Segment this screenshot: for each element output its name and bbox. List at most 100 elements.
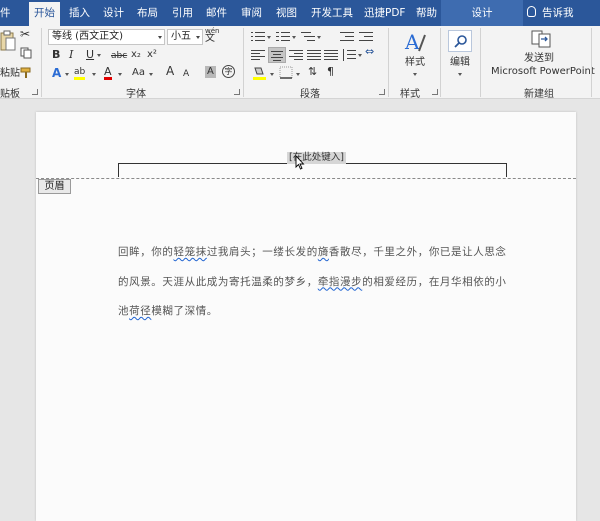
mouse-pointer-icon: [295, 155, 305, 170]
chevron-down-icon[interactable]: [65, 73, 69, 76]
clipboard-group-label: 贴板: [0, 89, 20, 100]
chinese-layout-icon[interactable]: ⇔: [365, 46, 374, 58]
lightbulb-icon: [527, 6, 536, 17]
tab-mailings[interactable]: 邮件: [206, 0, 227, 26]
tell-me-label: 告诉我: [542, 7, 574, 19]
bold-button[interactable]: B: [52, 49, 60, 61]
chevron-down-icon[interactable]: [118, 73, 122, 76]
chevron-down-icon[interactable]: [92, 73, 96, 76]
multilevel-list-icon[interactable]: [301, 31, 315, 43]
paste-label[interactable]: 粘贴: [0, 68, 20, 80]
tab-review[interactable]: 审阅: [241, 0, 262, 26]
shading-icon[interactable]: [252, 66, 268, 80]
chevron-down-icon[interactable]: [270, 73, 274, 76]
line-spacing-icon[interactable]: [342, 49, 356, 61]
ribbon-home: 粘贴 ✂ 贴板 等线 (西文正文) 小五 wén 文 B I U abc x₂ x…: [0, 26, 600, 100]
cut-icon[interactable]: ✂: [20, 28, 30, 40]
styles-label[interactable]: 样式: [405, 57, 425, 69]
tab-developer[interactable]: 开发工具: [311, 0, 353, 26]
shrink-font-button[interactable]: A: [183, 68, 189, 80]
chevron-down-icon[interactable]: [296, 73, 300, 76]
editing-button[interactable]: [448, 30, 472, 52]
show-marks-icon[interactable]: ¶: [327, 66, 334, 78]
vertical-scrollbar[interactable]: [588, 100, 600, 521]
format-painter-icon[interactable]: [20, 67, 32, 79]
header-tag: 页眉: [38, 179, 71, 194]
new-group-label: 新建组: [524, 89, 554, 100]
header-left-margin-mark: [118, 163, 119, 177]
tab-xunjie-pdf[interactable]: 迅捷PDF: [364, 0, 405, 26]
sort-icon[interactable]: ⇅: [308, 66, 317, 78]
send-to-line2[interactable]: Microsoft PowerPoint: [491, 66, 595, 78]
decrease-indent-icon[interactable]: [340, 31, 354, 43]
highlight-button[interactable]: ab: [74, 67, 86, 80]
send-to-powerpoint-icon[interactable]: [530, 29, 552, 49]
copy-icon[interactable]: [20, 47, 32, 59]
tab-layout[interactable]: 布局: [137, 0, 158, 26]
bullets-icon[interactable]: [251, 31, 265, 43]
tab-help[interactable]: 帮助: [416, 0, 437, 26]
chevron-down-icon[interactable]: [317, 36, 321, 39]
editing-label[interactable]: 编辑: [450, 57, 470, 69]
send-to-line1[interactable]: 发送到: [524, 53, 554, 65]
subscript-button[interactable]: x₂: [131, 49, 141, 61]
increase-indent-icon[interactable]: [359, 31, 373, 43]
ribbon-tab-bar: 件 开始 插入 设计 布局 引用 邮件 审阅 视图 开发工具 迅捷PDF 帮助 …: [0, 0, 600, 26]
character-shading-button[interactable]: A: [205, 66, 216, 78]
chevron-down-icon[interactable]: [97, 54, 101, 57]
chevron-down-icon: [158, 36, 162, 39]
text-run: 模糊了深情。: [151, 305, 218, 317]
italic-button[interactable]: I: [69, 49, 73, 61]
superscript-button[interactable]: x²: [147, 49, 157, 61]
font-launcher-icon[interactable]: [234, 89, 240, 95]
clipboard-launcher-icon[interactable]: [32, 89, 38, 95]
chevron-down-icon[interactable]: [267, 36, 271, 39]
text-effects-button[interactable]: A: [52, 67, 61, 79]
tell-me-search[interactable]: 告诉我: [527, 0, 574, 26]
text-run: 过我肩头；一缕长发的: [206, 246, 318, 258]
chevron-down-icon[interactable]: [149, 73, 153, 76]
numbering-icon[interactable]: [276, 31, 290, 43]
enclose-characters-button[interactable]: 字: [222, 65, 235, 78]
paragraph-launcher-icon[interactable]: [379, 89, 385, 95]
underline-button[interactable]: U: [86, 49, 94, 61]
strikethrough-button[interactable]: abc: [111, 50, 127, 62]
paste-icon[interactable]: [0, 30, 16, 52]
chevron-down-icon[interactable]: [458, 73, 462, 76]
grow-font-button[interactable]: A: [166, 65, 174, 77]
header-boundary-dashed-line: [36, 178, 576, 179]
text-run: 回眸，你的: [118, 246, 174, 258]
body-paragraph[interactable]: 回眸，你的轻笼抹过我肩头；一缕长发的旖香散尽，千里之外，你已是让人思念的风景。天…: [118, 238, 508, 327]
tab-insert[interactable]: 插入: [69, 0, 90, 26]
text-run: 的相爱经历，在月华相依: [362, 275, 485, 288]
styles-icon[interactable]: A: [403, 29, 427, 55]
font-name-combo[interactable]: 等线 (西文正文): [48, 29, 165, 45]
tab-references[interactable]: 引用: [172, 0, 193, 26]
change-case-button[interactable]: Aa: [132, 67, 145, 79]
font-color-button[interactable]: A: [104, 66, 112, 80]
group-divider: [243, 28, 244, 97]
phonetic-guide-icon[interactable]: wén 文: [205, 27, 219, 44]
tab-view[interactable]: 视图: [276, 0, 297, 26]
chevron-down-icon[interactable]: [413, 73, 417, 76]
chevron-down-icon[interactable]: [292, 36, 296, 39]
chevron-down-icon[interactable]: [358, 54, 362, 57]
tab-home[interactable]: 开始: [29, 2, 60, 26]
tab-header-footer-design[interactable]: 设计: [441, 0, 523, 26]
spelling-error-run: 轻笼抹: [173, 246, 207, 258]
distributed-icon[interactable]: [324, 49, 338, 61]
align-center-icon[interactable]: [268, 47, 286, 63]
align-right-icon[interactable]: [289, 49, 303, 61]
align-left-icon[interactable]: [251, 49, 265, 61]
borders-icon[interactable]: [279, 66, 293, 79]
svg-text:A: A: [404, 30, 420, 54]
text-run: 香散尽，千里之外，你已是让人思: [328, 246, 496, 258]
styles-launcher-icon[interactable]: [432, 89, 438, 95]
tab-design[interactable]: 设计: [103, 0, 124, 26]
tab-file[interactable]: 件: [0, 0, 11, 26]
spelling-error-run: 旖: [317, 246, 329, 258]
font-size-combo[interactable]: 小五: [167, 29, 203, 45]
phonetic-bottom: 文: [205, 33, 215, 44]
justify-icon[interactable]: [307, 49, 321, 61]
spelling-error-run: 荷径: [129, 305, 152, 317]
